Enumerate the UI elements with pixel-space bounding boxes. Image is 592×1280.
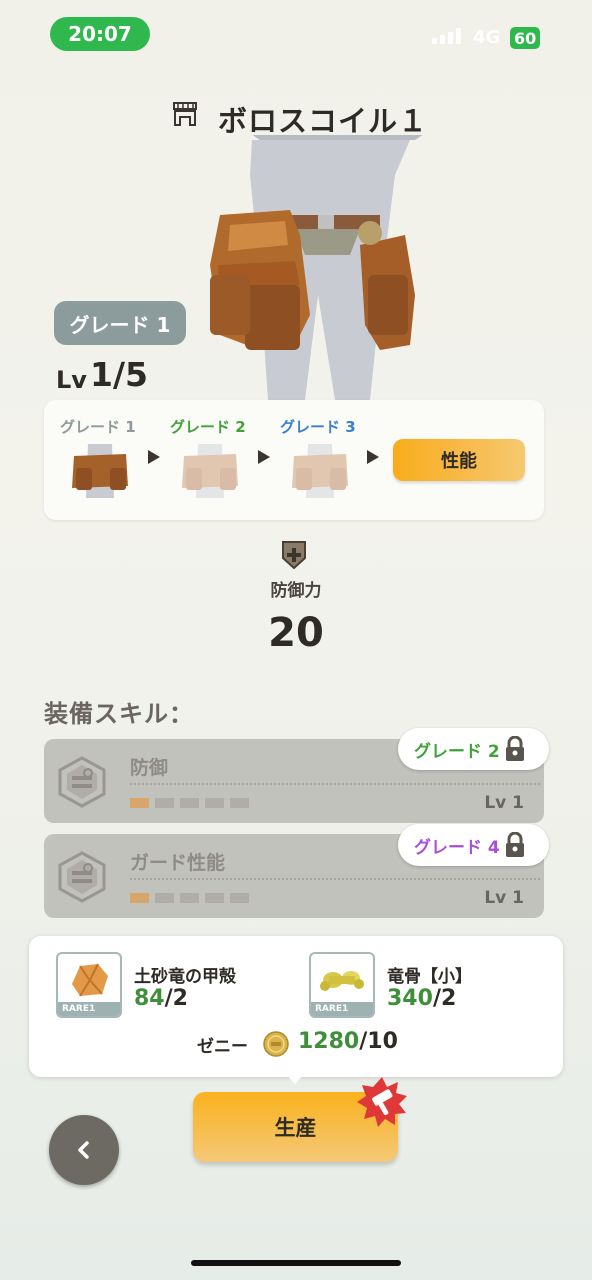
- defense-value: 20: [268, 610, 324, 656]
- defense-label: 防御力: [270, 581, 322, 601]
- skill-pip: [230, 893, 249, 903]
- zeny-coin-icon: [263, 1031, 289, 1057]
- signal-icon: [432, 28, 461, 44]
- equipment-skills-heading: 装備スキル：: [44, 700, 194, 728]
- skill-level: Lv 1: [484, 793, 524, 813]
- skill-divider: [130, 878, 540, 880]
- skill-pip: [155, 893, 174, 903]
- performance-button[interactable]: 性能: [393, 439, 525, 481]
- carapace-icon: [72, 963, 108, 997]
- skill-emblem-icon: [58, 756, 106, 808]
- back-chevron-icon: [78, 1141, 89, 1159]
- rarity-tag: RARE1: [311, 1002, 373, 1016]
- panel-pointer: [284, 1072, 306, 1084]
- skill-name: ガード性能: [130, 852, 226, 874]
- skill-level: Lv 1: [484, 888, 524, 908]
- home-indicator[interactable]: [191, 1260, 401, 1266]
- zeny-need: /10: [359, 1029, 398, 1054]
- skill-pip: [130, 893, 149, 903]
- bone-icon: [320, 971, 364, 991]
- skill-pip: [180, 893, 199, 903]
- skill-pip: [205, 893, 224, 903]
- current-grade-badge: グレード 1: [54, 301, 186, 345]
- level-value: 1/5: [90, 355, 148, 394]
- skill-unlock-grade-4: グレード 4: [398, 824, 549, 866]
- material-1-count: 84/2: [134, 986, 188, 1011]
- grade-1-thumbnail[interactable]: [66, 442, 134, 498]
- hammer-badge-icon: [357, 1077, 407, 1127]
- skill-divider: [130, 783, 540, 785]
- skill-pip: [130, 798, 149, 808]
- material-2-name: 竜骨【小】: [387, 967, 472, 987]
- back-button[interactable]: [49, 1115, 119, 1185]
- material-2-count: 340/2: [387, 986, 456, 1011]
- status-time: 20:07: [50, 17, 150, 51]
- unlock-grade-label: グレード 4: [414, 837, 500, 858]
- armor-model-image[interactable]: [200, 135, 430, 400]
- grade-arrow-3: [367, 450, 379, 464]
- level-label: Lv: [56, 366, 87, 394]
- defense-shield-icon: [282, 541, 306, 570]
- grade-arrow-2: [258, 450, 270, 464]
- skill-pip: [230, 798, 249, 808]
- grade-1-label: グレード 1: [60, 418, 136, 436]
- material-2-have: 340: [387, 986, 433, 1011]
- skill-emblem-icon: [58, 851, 106, 903]
- lock-icon: [505, 832, 524, 857]
- grade-3-label: グレード 3: [280, 418, 356, 436]
- material-2-icon[interactable]: RARE1: [309, 952, 375, 1018]
- material-1-have: 84: [134, 986, 165, 1011]
- page-title: ボロスコイル１: [218, 104, 429, 138]
- zeny-label: ゼニー: [197, 1037, 248, 1057]
- rarity-tag: RARE1: [58, 1002, 120, 1016]
- skill-name: 防御: [130, 757, 169, 779]
- skill-level-pips: [130, 893, 249, 903]
- skill-pip: [155, 798, 174, 808]
- unlock-grade-label: グレード 2: [414, 741, 500, 762]
- skill-pip: [205, 798, 224, 808]
- material-1-need: /2: [164, 986, 188, 1011]
- lock-icon: [505, 736, 524, 761]
- network-type: 4G: [473, 27, 501, 48]
- skill-level-pips: [130, 798, 249, 808]
- zeny-have: 1280: [298, 1029, 360, 1054]
- battery-icon: 60: [510, 27, 541, 49]
- grade-3-thumbnail[interactable]: [286, 442, 354, 498]
- skill-unlock-grade-2: グレード 2: [398, 728, 549, 770]
- grade-2-label: グレード 2: [170, 418, 246, 436]
- skill-pip: [180, 798, 199, 808]
- material-1-name: 土砂竜の甲殻: [134, 967, 236, 987]
- material-1-icon[interactable]: RARE1: [56, 952, 122, 1018]
- grade-arrow-1: [148, 450, 160, 464]
- material-2-need: /2: [432, 986, 457, 1011]
- waist-armor-icon: [173, 102, 197, 126]
- zeny-count: 1280/10: [298, 1029, 398, 1054]
- grade-2-thumbnail[interactable]: [176, 442, 244, 498]
